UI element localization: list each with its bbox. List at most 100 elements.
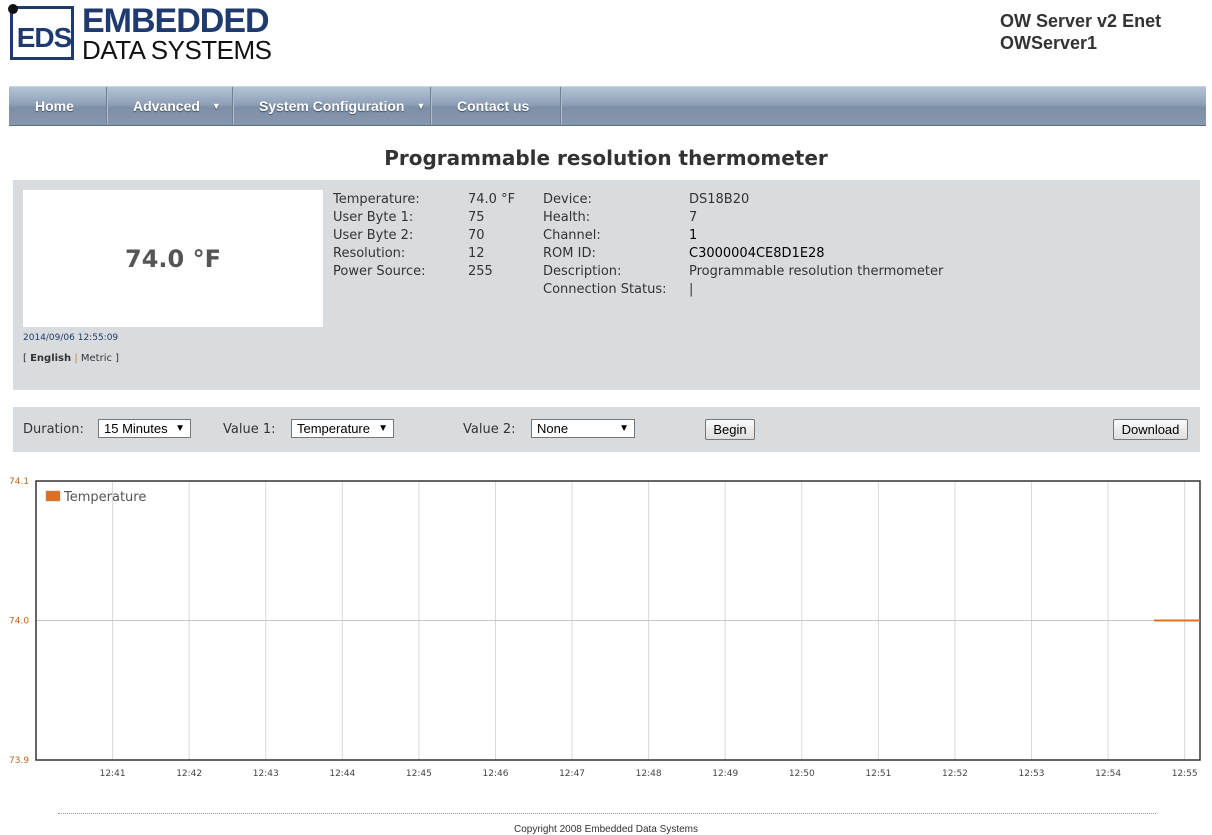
legend-label: Temperature [63,490,146,505]
detail-value: 70 [468,228,485,243]
nav-item-label: System Configuration [259,98,405,114]
detail-row: Power Source: 255 [333,263,515,281]
value1-value: Temperature [297,421,370,436]
detail-value: Programmable resolution thermometer [689,264,944,279]
detail-label: Connection Status: [543,282,667,297]
duration-select[interactable]: 15 Minutes ▼ [98,419,191,438]
detail-label: Health: [543,210,591,225]
detail-label: Temperature: [333,192,420,207]
begin-button[interactable]: Begin [705,419,755,440]
value2-label: Value 2: [463,422,516,437]
detail-value: 75 [468,210,485,225]
x-tick-label: 12:47 [559,769,585,779]
value1-label: Value 1: [223,422,276,437]
copyright-text: Copyright 2008 Embedded Data Systems [514,824,698,835]
detail-label: ROM ID: [543,246,596,261]
reading-timestamp: 2014/09/06 12:55:09 [23,333,119,343]
main-nav: Home Advanced ▼ System Configuration ▼ C… [9,86,1206,126]
chevron-down-icon: ▼ [175,423,185,434]
current-reading: 74.0 °F [23,190,323,327]
detail-value: | [689,282,694,297]
x-tick-label: 12:42 [176,769,202,779]
y-tick-label: 74.0 [9,617,29,627]
device-panel: 74.0 °F 2014/09/06 12:55:09 [ English | … [13,180,1200,390]
detail-row: Channel: 1 [543,227,943,245]
detail-row: Resolution: 12 [333,245,515,263]
detail-value: DS18B20 [689,192,750,207]
x-tick-label: 12:45 [406,769,432,779]
detail-row: User Byte 2: 70 [333,227,515,245]
nav-item-advanced[interactable]: Advanced ▼ [107,87,233,125]
server-name: OWServer1 [1000,33,1098,53]
x-tick-label: 12:54 [1095,769,1121,779]
x-tick-label: 12:49 [712,769,738,779]
y-tick-label: 73.9 [9,756,29,766]
detail-label: Power Source: [333,264,426,279]
duration-value: 15 Minutes [104,421,168,436]
chevron-down-icon: ▼ [211,101,221,111]
nav-item-system-configuration[interactable]: System Configuration ▼ [233,87,431,125]
nav-item-home[interactable]: Home [9,87,107,125]
detail-value: 255 [468,264,493,279]
detail-value: C3000004CE8D1E28 [689,246,825,261]
bracket-open: [ [23,353,27,364]
history-chart: 12:41 12:42 12:43 12:44 12:45 12:46 12:47 12:48… [0,470,1212,780]
unit-metric-link[interactable]: Metric [81,353,112,364]
footer-divider [58,813,1156,814]
value2-select[interactable]: None ▼ [531,419,635,438]
logo-dot-icon [8,4,18,14]
device-details-right: Device: DS18B20 Health: 7 Channel: 1 ROM ID… [543,191,943,299]
nav-item-label: Home [35,98,74,114]
detail-value: 7 [689,210,698,225]
value2-value: None [537,421,569,436]
detail-row: User Byte 1: 75 [333,209,515,227]
chart-svg: 12:41 12:42 12:43 12:44 12:45 12:46 12:47 12:48… [9,477,1201,779]
nav-item-label: Advanced [133,98,200,114]
x-tick-label: 12:55 [1172,769,1198,779]
logo-badge: EDS [8,4,74,60]
chevron-down-icon: ▼ [378,423,388,434]
detail-row: Device: DS18B20 [543,191,943,209]
detail-row: Connection Status: | [543,281,943,299]
chevron-down-icon: ▼ [619,423,629,434]
nav-item-contact-us[interactable]: Contact us [431,87,561,125]
chart-controls: Duration: 15 Minutes ▼ Value 1: Temperat… [13,407,1200,452]
logo-abbrev: EDS [16,22,73,53]
detail-value: 12 [468,246,485,261]
logo-line2: DATA SYSTEMS [82,35,272,65]
detail-label: Description: [543,264,622,279]
detail-label: User Byte 2: [333,228,414,243]
server-info: OW Server v2 Enet OWServer1 [1000,10,1200,54]
duration-label: Duration: [23,422,84,437]
detail-row: Temperature: 74.0 °F [333,191,515,209]
chevron-down-icon: ▼ [416,101,426,111]
detail-label: Resolution: [333,246,406,261]
page-title: Programmable resolution thermometer [384,146,828,170]
x-tick-label: 12:44 [329,769,355,779]
detail-label: User Byte 1: [333,210,414,225]
unit-separator: | [74,353,78,364]
y-tick-label: 74.1 [9,477,29,487]
value1-select[interactable]: Temperature ▼ [291,419,394,438]
detail-label: Device: [543,192,592,207]
detail-value: 1 [689,228,698,243]
x-tick-label: 12:52 [942,769,968,779]
nav-item-label: Contact us [457,98,530,114]
eds-logo: EDS EMBEDDED DATA SYSTEMS [8,2,272,66]
unit-english-link[interactable]: English [30,353,71,364]
detail-row: Description: Programmable resolution ther… [543,263,943,281]
device-details-left: Temperature: 74.0 °F User Byte 1: 75 User … [333,191,515,281]
detail-value: 74.0 °F [468,192,516,207]
detail-row: ROM ID: C3000004CE8D1E28 [543,245,943,263]
unit-selector: [ English | Metric ] [23,353,119,364]
detail-label: Channel: [543,228,601,243]
download-button[interactable]: Download [1113,419,1188,440]
legend-swatch [45,490,61,502]
x-tick-label: 12:48 [636,769,662,779]
x-tick-label: 12:46 [483,769,509,779]
x-tick-label: 12:41 [100,769,126,779]
x-tick-label: 12:43 [253,769,279,779]
x-tick-label: 12:51 [865,769,891,779]
server-model: OW Server v2 Enet [1000,11,1162,31]
x-tick-label: 12:53 [1019,769,1045,779]
